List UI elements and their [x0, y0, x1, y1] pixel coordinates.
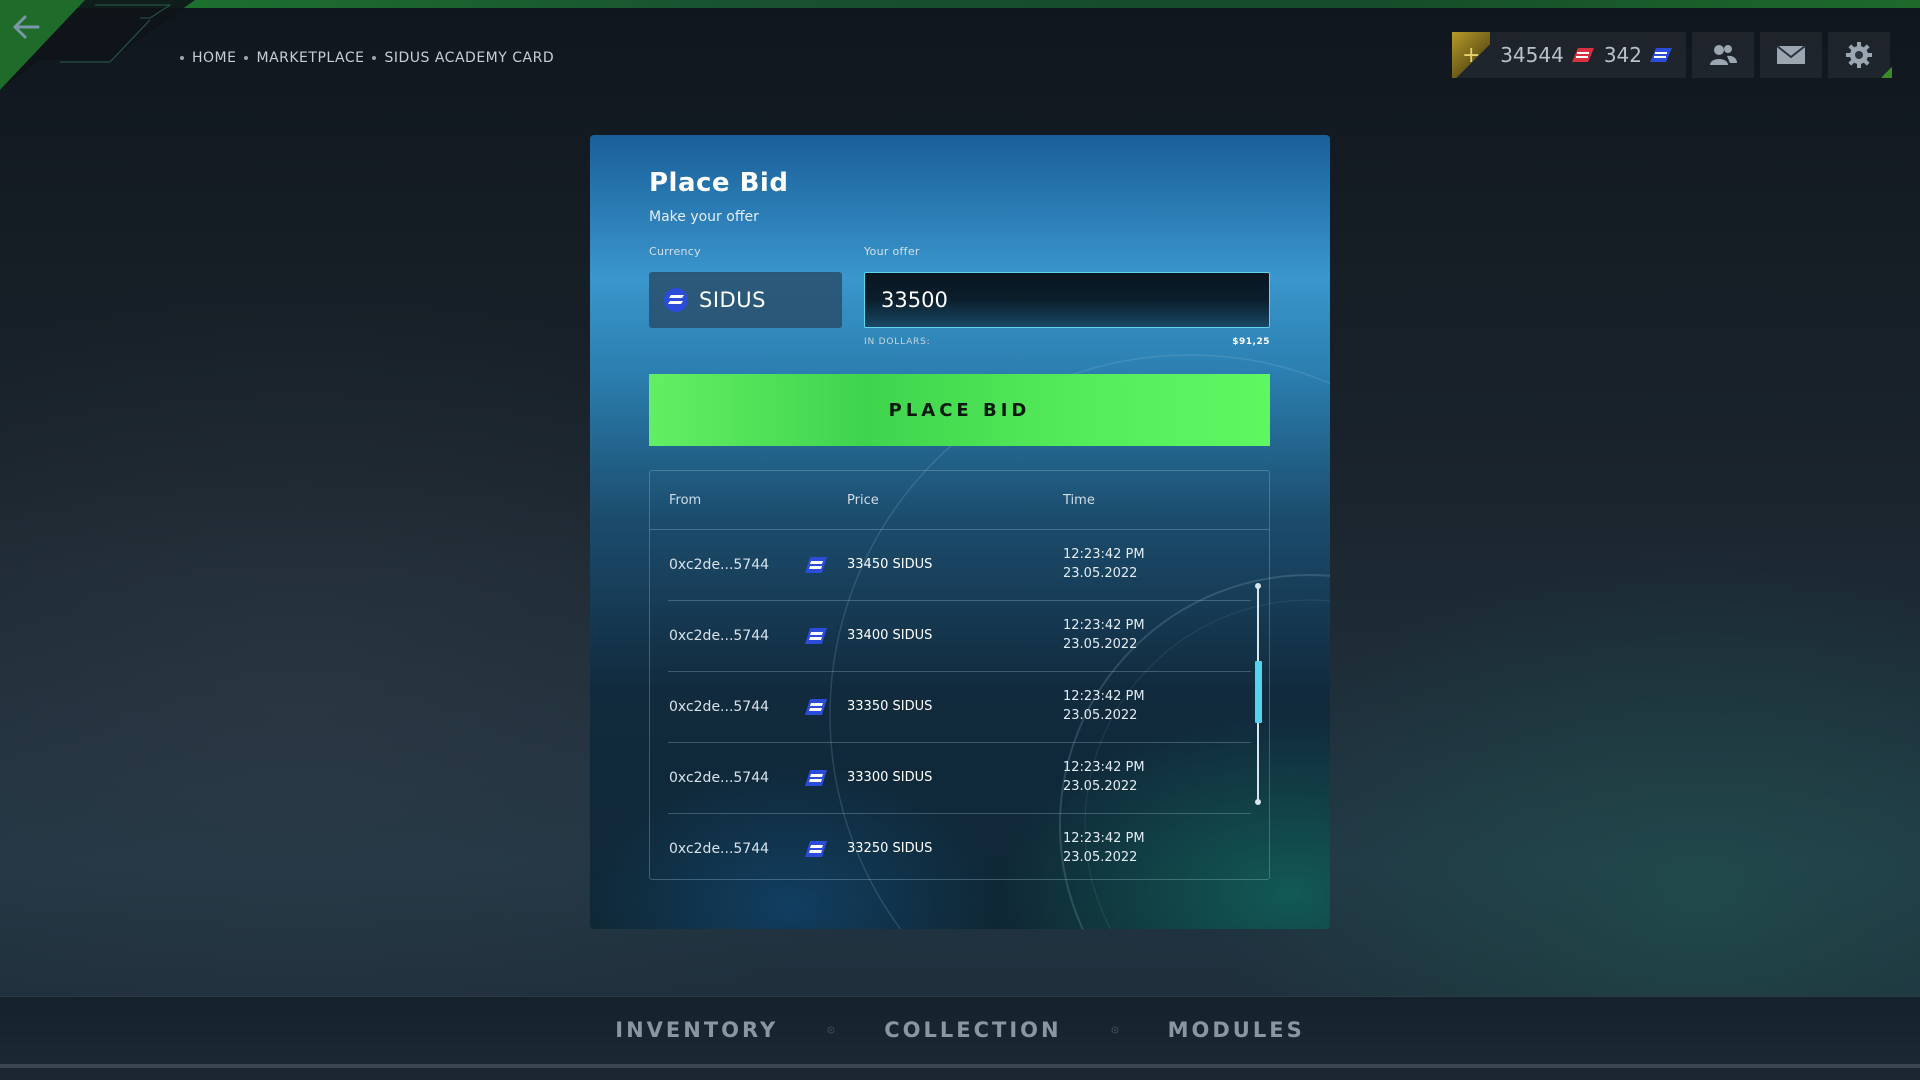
sidus-coin-icon	[805, 770, 827, 786]
offer-label: Your offer	[864, 245, 920, 258]
row-time: 12:23:42 PM 23.05.2022	[1063, 829, 1145, 867]
gear-icon	[1846, 42, 1872, 68]
back-button[interactable]	[8, 10, 48, 44]
nav-separator-icon	[1111, 1026, 1119, 1034]
table-row: 0xc2de...5744 33300 SIDUS 12:23:42 PM 23…	[668, 743, 1251, 814]
row-price: 33300 SIDUS	[847, 770, 933, 785]
offer-input[interactable]	[865, 273, 1269, 327]
bottom-nav: INVENTORY COLLECTION MODULES	[0, 996, 1920, 1063]
sidus-coin-icon	[805, 699, 827, 715]
tab-collection[interactable]: COLLECTION	[884, 1018, 1061, 1042]
breadcrumb: HOME MARKETPLACE SIDUS ACADEMY CARD	[180, 50, 554, 66]
breadcrumb-dot	[244, 56, 249, 60]
header-price: Price	[847, 492, 879, 508]
table-row: 0xc2de...5744 33250 SIDUS 12:23:42 PM 23…	[668, 814, 1251, 879]
row-time-clock: 12:23:42 PM	[1063, 689, 1145, 704]
settings-button[interactable]	[1828, 32, 1890, 78]
row-from: 0xc2de...5744	[669, 628, 770, 644]
row-from: 0xc2de...5744	[669, 770, 770, 786]
friends-icon	[1710, 45, 1737, 65]
tab-inventory[interactable]: INVENTORY	[615, 1018, 778, 1042]
row-time-date: 23.05.2022	[1063, 637, 1138, 652]
bids-table-header: From Price Time	[650, 471, 1269, 530]
row-from: 0xc2de...5744	[669, 699, 770, 715]
row-from: 0xc2de...5744	[669, 557, 770, 573]
table-row: 0xc2de...5744 33450 SIDUS 12:23:42 PM 23…	[668, 530, 1251, 601]
header-from: From	[669, 492, 702, 508]
balance-secondary: 342	[1603, 43, 1642, 67]
row-time: 12:23:42 PM 23.05.2022	[1063, 545, 1145, 583]
sidus-coin-icon	[805, 628, 827, 644]
in-dollars-value: $91,25	[1232, 337, 1270, 347]
row-time-date: 23.05.2022	[1063, 708, 1138, 723]
place-bid-button[interactable]: PLACE BID	[649, 374, 1270, 446]
bids-scrollbar-thumb[interactable]	[1255, 661, 1262, 723]
sidus-coin-icon	[664, 288, 688, 312]
sidus-coin-icon	[805, 841, 827, 857]
modal-title: Place Bid	[649, 168, 789, 198]
breadcrumb-current: SIDUS ACADEMY CARD	[384, 50, 555, 66]
row-time-date: 23.05.2022	[1063, 566, 1138, 581]
row-time-clock: 12:23:42 PM	[1063, 831, 1145, 846]
breadcrumb-dot	[180, 56, 184, 60]
currency-label: Currency	[649, 245, 701, 258]
mail-button[interactable]	[1760, 32, 1822, 78]
sidus-coin-icon	[1650, 48, 1672, 62]
top-resource-bar: + 34544 342	[1452, 32, 1890, 78]
row-time: 12:23:42 PM 23.05.2022	[1063, 616, 1145, 654]
topbar-corner-accent	[1882, 66, 1892, 78]
row-price: 33350 SIDUS	[847, 699, 933, 714]
breadcrumb-marketplace[interactable]: MARKETPLACE	[256, 50, 364, 66]
currency-select[interactable]: SIDUS	[649, 272, 842, 328]
plus-icon: +	[1461, 42, 1481, 68]
tab-modules[interactable]: MODULES	[1168, 1018, 1305, 1042]
breadcrumb-home[interactable]: HOME	[192, 50, 236, 66]
balance-primary: 34544	[1500, 43, 1564, 67]
bids-table: From Price Time 0xc2de...5744 33450 SIDU…	[649, 470, 1270, 880]
friends-button[interactable]	[1692, 32, 1754, 78]
nav-separator-icon	[827, 1026, 835, 1034]
header-time: Time	[1063, 492, 1095, 508]
back-arrow-icon	[13, 15, 40, 39]
in-dollars-label: IN DOLLARS:	[864, 337, 931, 347]
row-price: 33400 SIDUS	[847, 628, 933, 643]
row-time-date: 23.05.2022	[1063, 850, 1138, 865]
currency-balance: + 34544 342	[1452, 32, 1686, 78]
row-time-clock: 12:23:42 PM	[1063, 547, 1145, 562]
row-price: 33450 SIDUS	[847, 557, 933, 572]
row-price: 33250 SIDUS	[847, 841, 933, 856]
offer-field[interactable]	[864, 272, 1270, 328]
table-row: 0xc2de...5744 33350 SIDUS 12:23:42 PM 23…	[668, 672, 1251, 743]
row-time-clock: 12:23:42 PM	[1063, 760, 1145, 775]
bottom-bar	[0, 1062, 1920, 1080]
top-accent-line	[0, 0, 1920, 8]
table-row: 0xc2de...5744 33400 SIDUS 12:23:42 PM 23…	[668, 601, 1251, 672]
currency-value: SIDUS	[699, 288, 766, 312]
sidus-coin-icon	[805, 557, 827, 573]
mail-icon	[1776, 45, 1806, 64]
modal-subtitle: Make your offer	[649, 209, 759, 225]
place-bid-modal: Place Bid Make your offer Currency Your …	[590, 135, 1330, 929]
row-time: 12:23:42 PM 23.05.2022	[1063, 758, 1145, 796]
row-time: 12:23:42 PM 23.05.2022	[1063, 687, 1145, 725]
red-coin-icon	[1571, 48, 1594, 62]
add-funds-button[interactable]: +	[1452, 32, 1491, 78]
breadcrumb-dot	[372, 56, 377, 60]
row-time-clock: 12:23:42 PM	[1063, 618, 1145, 633]
row-time-date: 23.05.2022	[1063, 779, 1138, 794]
row-from: 0xc2de...5744	[669, 841, 770, 857]
